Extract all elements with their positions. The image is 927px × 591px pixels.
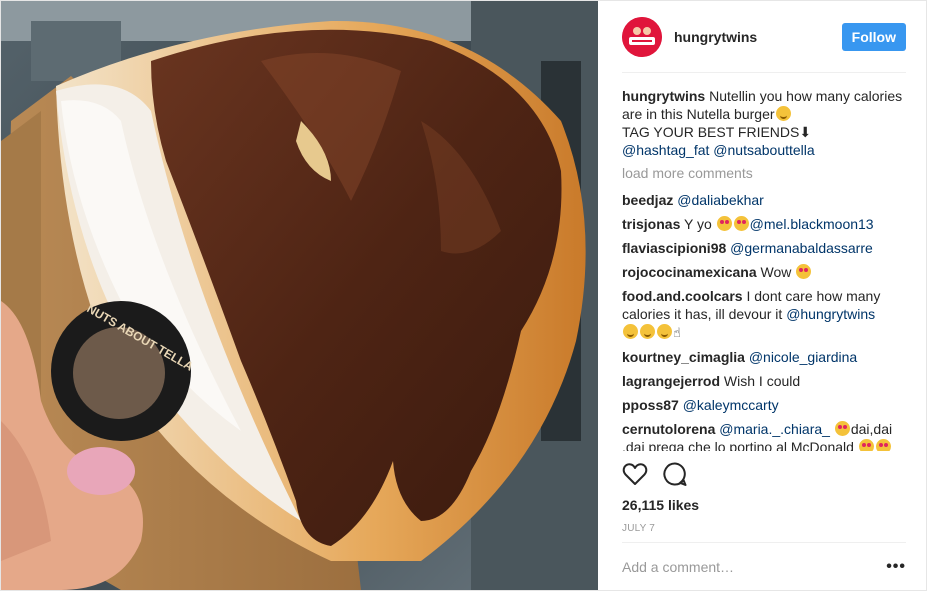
speech-bubble-icon[interactable] — [662, 461, 688, 487]
post-caption: hungrytwins Nutellin you how many calori… — [622, 87, 906, 159]
load-more-comments-link[interactable]: load more comments — [622, 165, 906, 181]
heart-eyes-emoji-icon — [875, 439, 891, 451]
comment-row: lagrangejerrod Wish I could — [622, 372, 906, 390]
instagram-post: NUTS ABOUT TELLA hungrytwins Follow hung… — [0, 0, 927, 591]
nutella-burger-image: NUTS ABOUT TELLA — [1, 1, 598, 590]
grinning-emoji-icon — [623, 324, 638, 339]
comment-mention[interactable]: @daliabekhar — [677, 192, 764, 208]
comment-row: food.and.coolcars I dont care how many c… — [622, 287, 906, 342]
comment-text: Wish I could — [723, 373, 801, 389]
comment-row: kourtney_cimaglia @nicole_giardina — [622, 348, 906, 366]
grinning-emoji-icon — [640, 324, 655, 339]
heart-eyes-emoji-icon — [834, 421, 850, 436]
post-photo[interactable]: NUTS ABOUT TELLA — [1, 1, 598, 590]
comment-row: pposs87 @kaleymccarty — [622, 396, 906, 414]
comment-username[interactable]: food.and.coolcars — [622, 288, 743, 304]
comment-username[interactable]: lagrangejerrod — [622, 373, 720, 389]
comment-username[interactable]: cernutolorena — [622, 421, 715, 437]
username[interactable]: hungrytwins — [674, 29, 842, 45]
likes-count[interactable]: 26,115 likes — [622, 497, 699, 513]
comment-mention[interactable]: @mel.blackmoon13 — [750, 216, 874, 232]
post-date[interactable]: JULY 7 — [622, 523, 655, 534]
comment-mention[interactable]: @germanabaldassarre — [730, 240, 873, 256]
comment-text: Wow — [760, 264, 792, 280]
more-options-button[interactable]: ••• — [886, 558, 906, 576]
comment-username[interactable]: rojococinamexicana — [622, 264, 757, 280]
comment-username[interactable]: beedjaz — [622, 192, 673, 208]
caption-username[interactable]: hungrytwins — [622, 88, 705, 104]
comment-row: beedjaz @daliabekhar — [622, 191, 906, 209]
heart-eyes-emoji-icon — [733, 216, 749, 231]
caption-mention-1[interactable]: @hashtag_fat — [622, 142, 709, 158]
heart-outline-icon[interactable] — [622, 462, 648, 486]
post-header: hungrytwins Follow — [622, 1, 906, 73]
follow-button[interactable]: Follow — [841, 22, 906, 51]
grinning-emoji-icon — [657, 324, 672, 339]
comment-row: trisjonas Y yo @mel.blackmoon13 — [622, 215, 906, 233]
comment-text: Y yo — [684, 216, 712, 232]
comment-username[interactable]: trisjonas — [622, 216, 680, 232]
comment-username[interactable]: pposs87 — [622, 397, 679, 413]
caption-line2: TAG YOUR BEST FRIENDS⬇ — [622, 124, 812, 140]
post-actions — [622, 461, 688, 487]
heart-eyes-emoji-icon — [858, 439, 874, 451]
grinning-emoji-icon — [775, 106, 791, 121]
comment-mention[interactable]: @hungrytwins — [786, 306, 875, 322]
comments-list: hungrytwins Nutellin you how many calori… — [622, 73, 906, 451]
comment-username[interactable]: flaviascipioni98 — [622, 240, 726, 256]
comment-row: cernutolorena @maria._.chiara_ dai,dai ,… — [622, 420, 906, 451]
post-sidebar: hungrytwins Follow hungrytwins Nutellin … — [598, 1, 926, 590]
avatar[interactable] — [622, 16, 662, 57]
hungrytwins-logo-icon — [622, 16, 662, 57]
add-comment-bar: ••• — [622, 542, 906, 591]
comment-mention[interactable]: @maria._.chiara_ — [719, 421, 830, 437]
comment-row: flaviascipioni98 @germanabaldassarre — [622, 239, 906, 257]
comment-username[interactable]: kourtney_cimaglia — [622, 349, 745, 365]
heart-eyes-emoji-icon — [796, 264, 812, 279]
comment-row: rojococinamexicana Wow — [622, 263, 906, 281]
comment-mention[interactable]: @nicole_giardina — [749, 349, 857, 365]
add-comment-input[interactable] — [622, 559, 887, 575]
heart-eyes-emoji-icon — [716, 216, 732, 231]
comment-mention[interactable]: @kaleymccarty — [683, 397, 779, 413]
caption-mention-2[interactable]: @nutsabouttella — [713, 142, 814, 158]
pointing-up-emoji-icon: ☝ — [673, 325, 681, 340]
